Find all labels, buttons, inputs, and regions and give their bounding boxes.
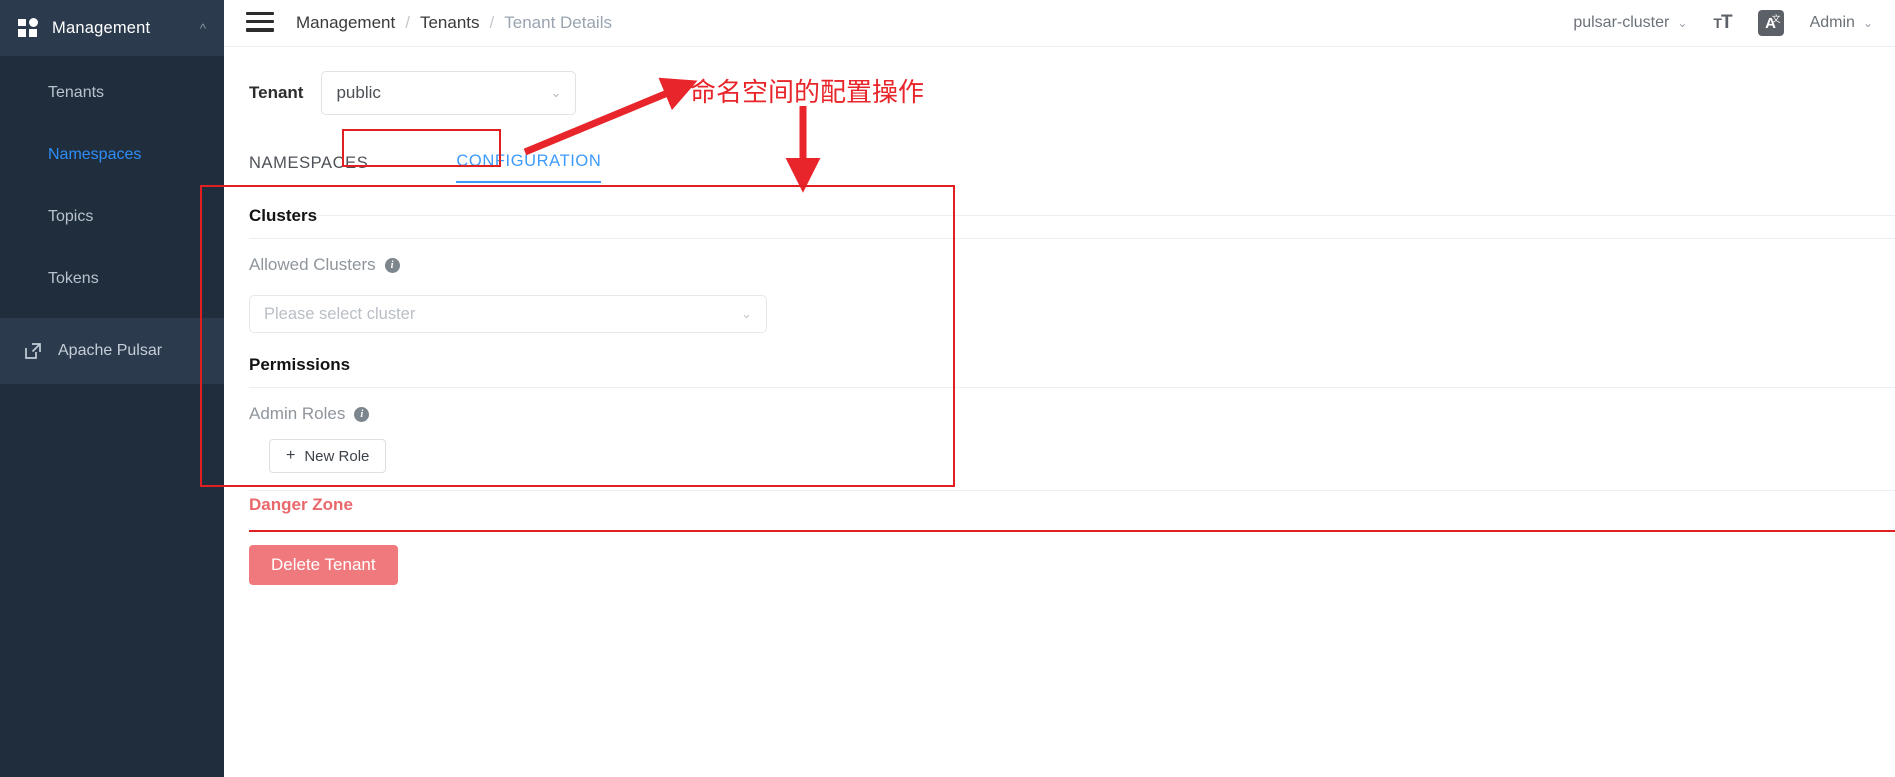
app-root: Management ^ Tenants Namespaces Topics T… <box>0 0 1895 777</box>
annotation-text: 命名空间的配置操作 <box>690 78 925 108</box>
arrow-up-right-icon <box>523 77 698 156</box>
highlight-box-configuration-panel <box>200 185 955 487</box>
highlight-box-configuration-tab <box>342 129 501 167</box>
